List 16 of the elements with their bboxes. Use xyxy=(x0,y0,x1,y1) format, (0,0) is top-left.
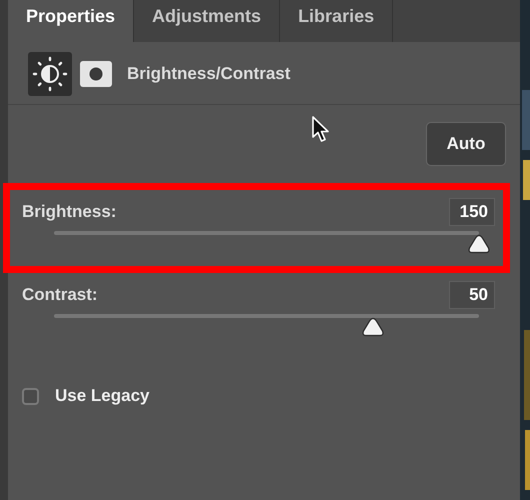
slider-thumb[interactable] xyxy=(360,317,385,337)
value-field[interactable]: 150 xyxy=(449,198,495,226)
brightness-contrast-icon[interactable] xyxy=(28,52,72,96)
panel-tab[interactable]: Libraries xyxy=(280,0,394,42)
checkbox-label: Use Legacy xyxy=(55,386,150,406)
auto-button[interactable]: Auto xyxy=(426,122,506,166)
cursor-icon xyxy=(311,116,331,144)
slider-thumb[interactable] xyxy=(467,234,491,254)
slider-label: Brightness: xyxy=(22,202,116,222)
panel-tab[interactable]: Adjustments xyxy=(134,0,280,42)
slider-label: Contrast: xyxy=(22,285,98,305)
checkbox[interactable] xyxy=(22,388,39,404)
adjustment-title: Brightness/Contrast xyxy=(127,64,290,84)
value-field[interactable]: 50 xyxy=(449,281,495,309)
panel-tab[interactable]: Properties xyxy=(8,0,134,42)
mask-icon[interactable] xyxy=(80,61,112,87)
